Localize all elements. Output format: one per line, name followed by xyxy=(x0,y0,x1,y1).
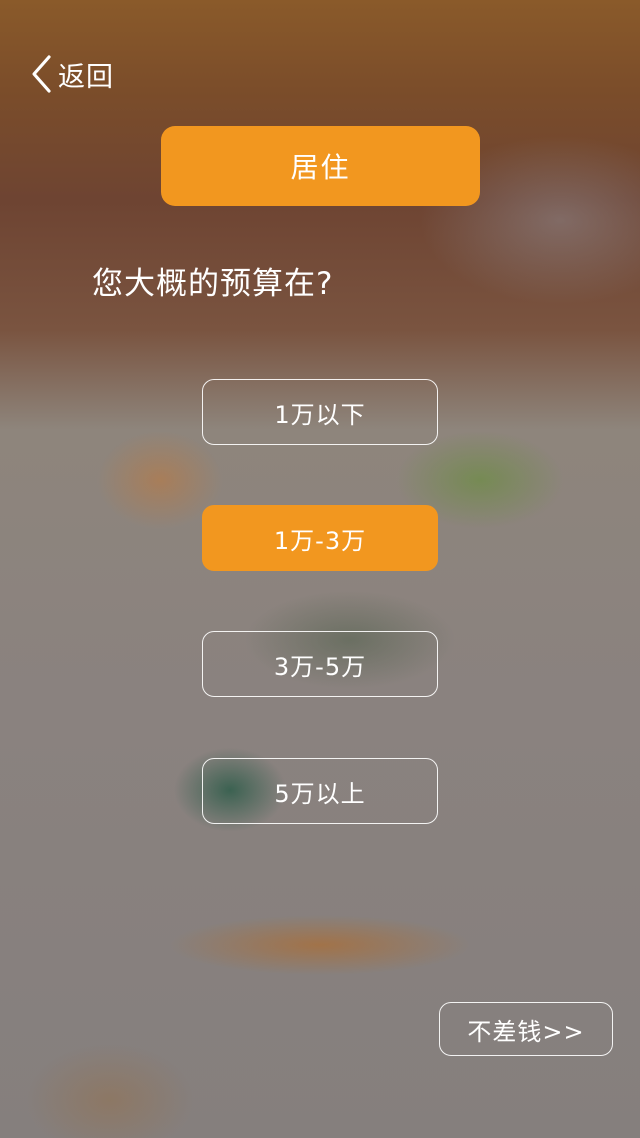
category-button[interactable]: 居住 xyxy=(161,126,480,206)
option-budget-10k-30k[interactable]: 1万-3万 xyxy=(202,505,438,571)
option-budget-under-10k[interactable]: 1万以下 xyxy=(202,379,438,445)
back-label: 返回 xyxy=(58,61,114,93)
skip-button[interactable]: 不差钱>> xyxy=(439,1002,613,1056)
back-button[interactable]: 返回 xyxy=(30,52,114,96)
option-budget-30k-50k[interactable]: 3万-5万 xyxy=(202,631,438,697)
question-text: 您大概的预算在? xyxy=(92,266,334,302)
option-budget-over-50k[interactable]: 5万以上 xyxy=(202,758,438,824)
chevron-left-icon xyxy=(30,54,52,94)
